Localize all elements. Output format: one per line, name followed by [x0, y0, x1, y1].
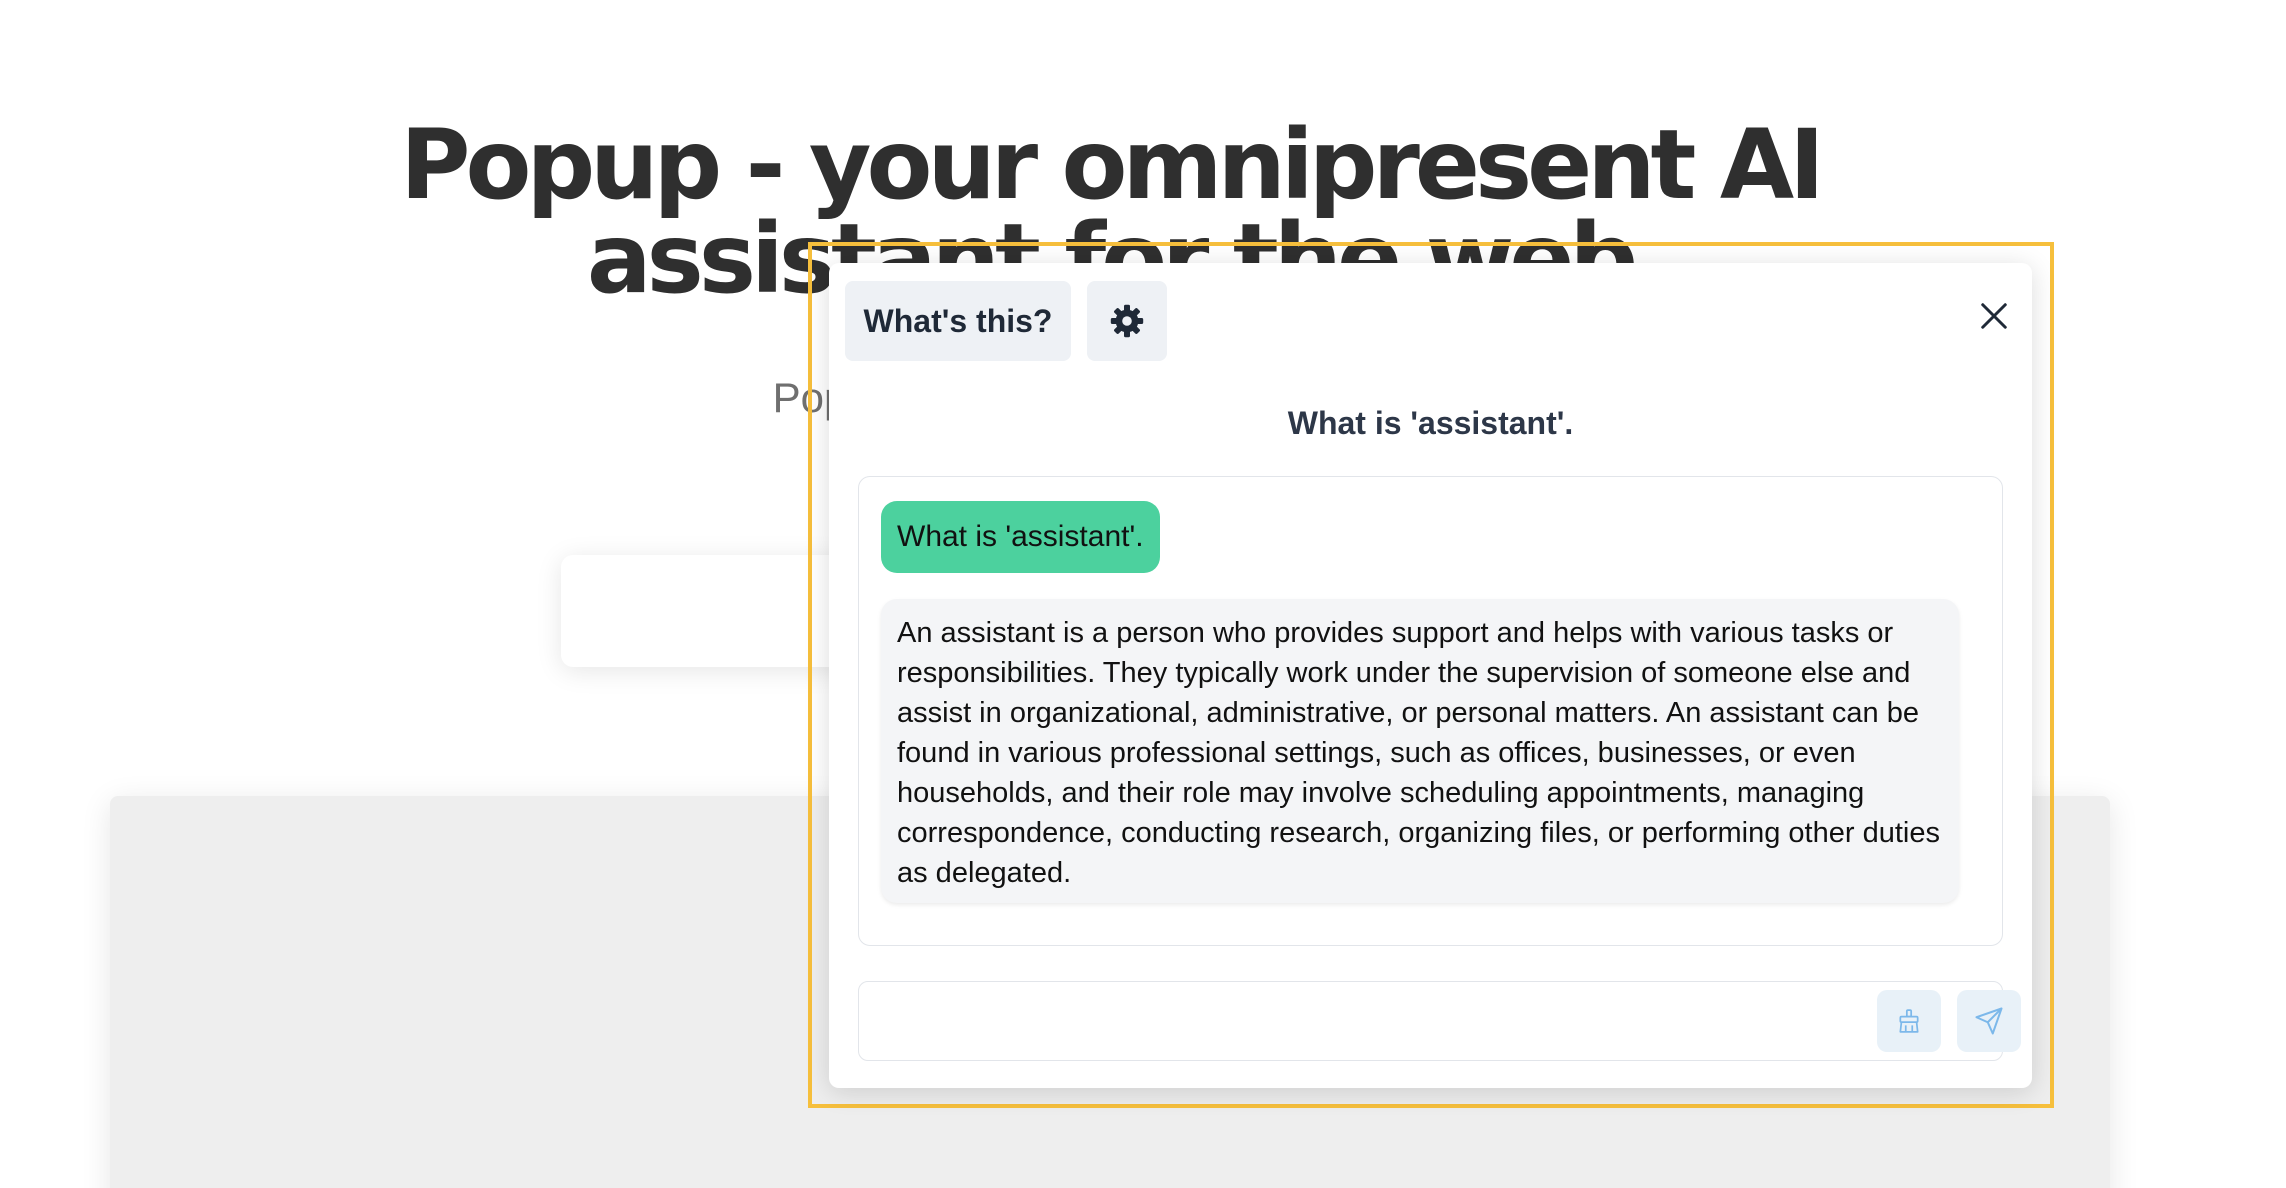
settings-button[interactable]	[1087, 281, 1167, 361]
gear-icon	[1109, 303, 1145, 339]
close-button[interactable]	[1967, 289, 2021, 343]
assistant-message: An assistant is a person who provides su…	[881, 599, 1959, 903]
chat-history[interactable]: What is 'assistant'. An assistant is a p…	[858, 476, 2003, 946]
whats-this-button[interactable]: What's this?	[845, 281, 1071, 361]
popup-window: What's this? What is 'assistant'. What i…	[829, 263, 2032, 1088]
close-icon	[1979, 301, 2009, 331]
popup-title: What is 'assistant'.	[1287, 405, 1574, 441]
user-message: What is 'assistant'.	[881, 501, 1160, 573]
send-button[interactable]	[1957, 990, 2021, 1052]
send-icon	[1974, 1006, 2004, 1036]
chat-input[interactable]	[871, 992, 1875, 1052]
chat-input-bar	[858, 981, 2021, 1061]
clear-chat-button[interactable]	[1877, 990, 1941, 1052]
broom-icon	[1896, 1008, 1922, 1034]
landing-page: Popup - your omnipresent AI assistant fo…	[0, 0, 2286, 1188]
